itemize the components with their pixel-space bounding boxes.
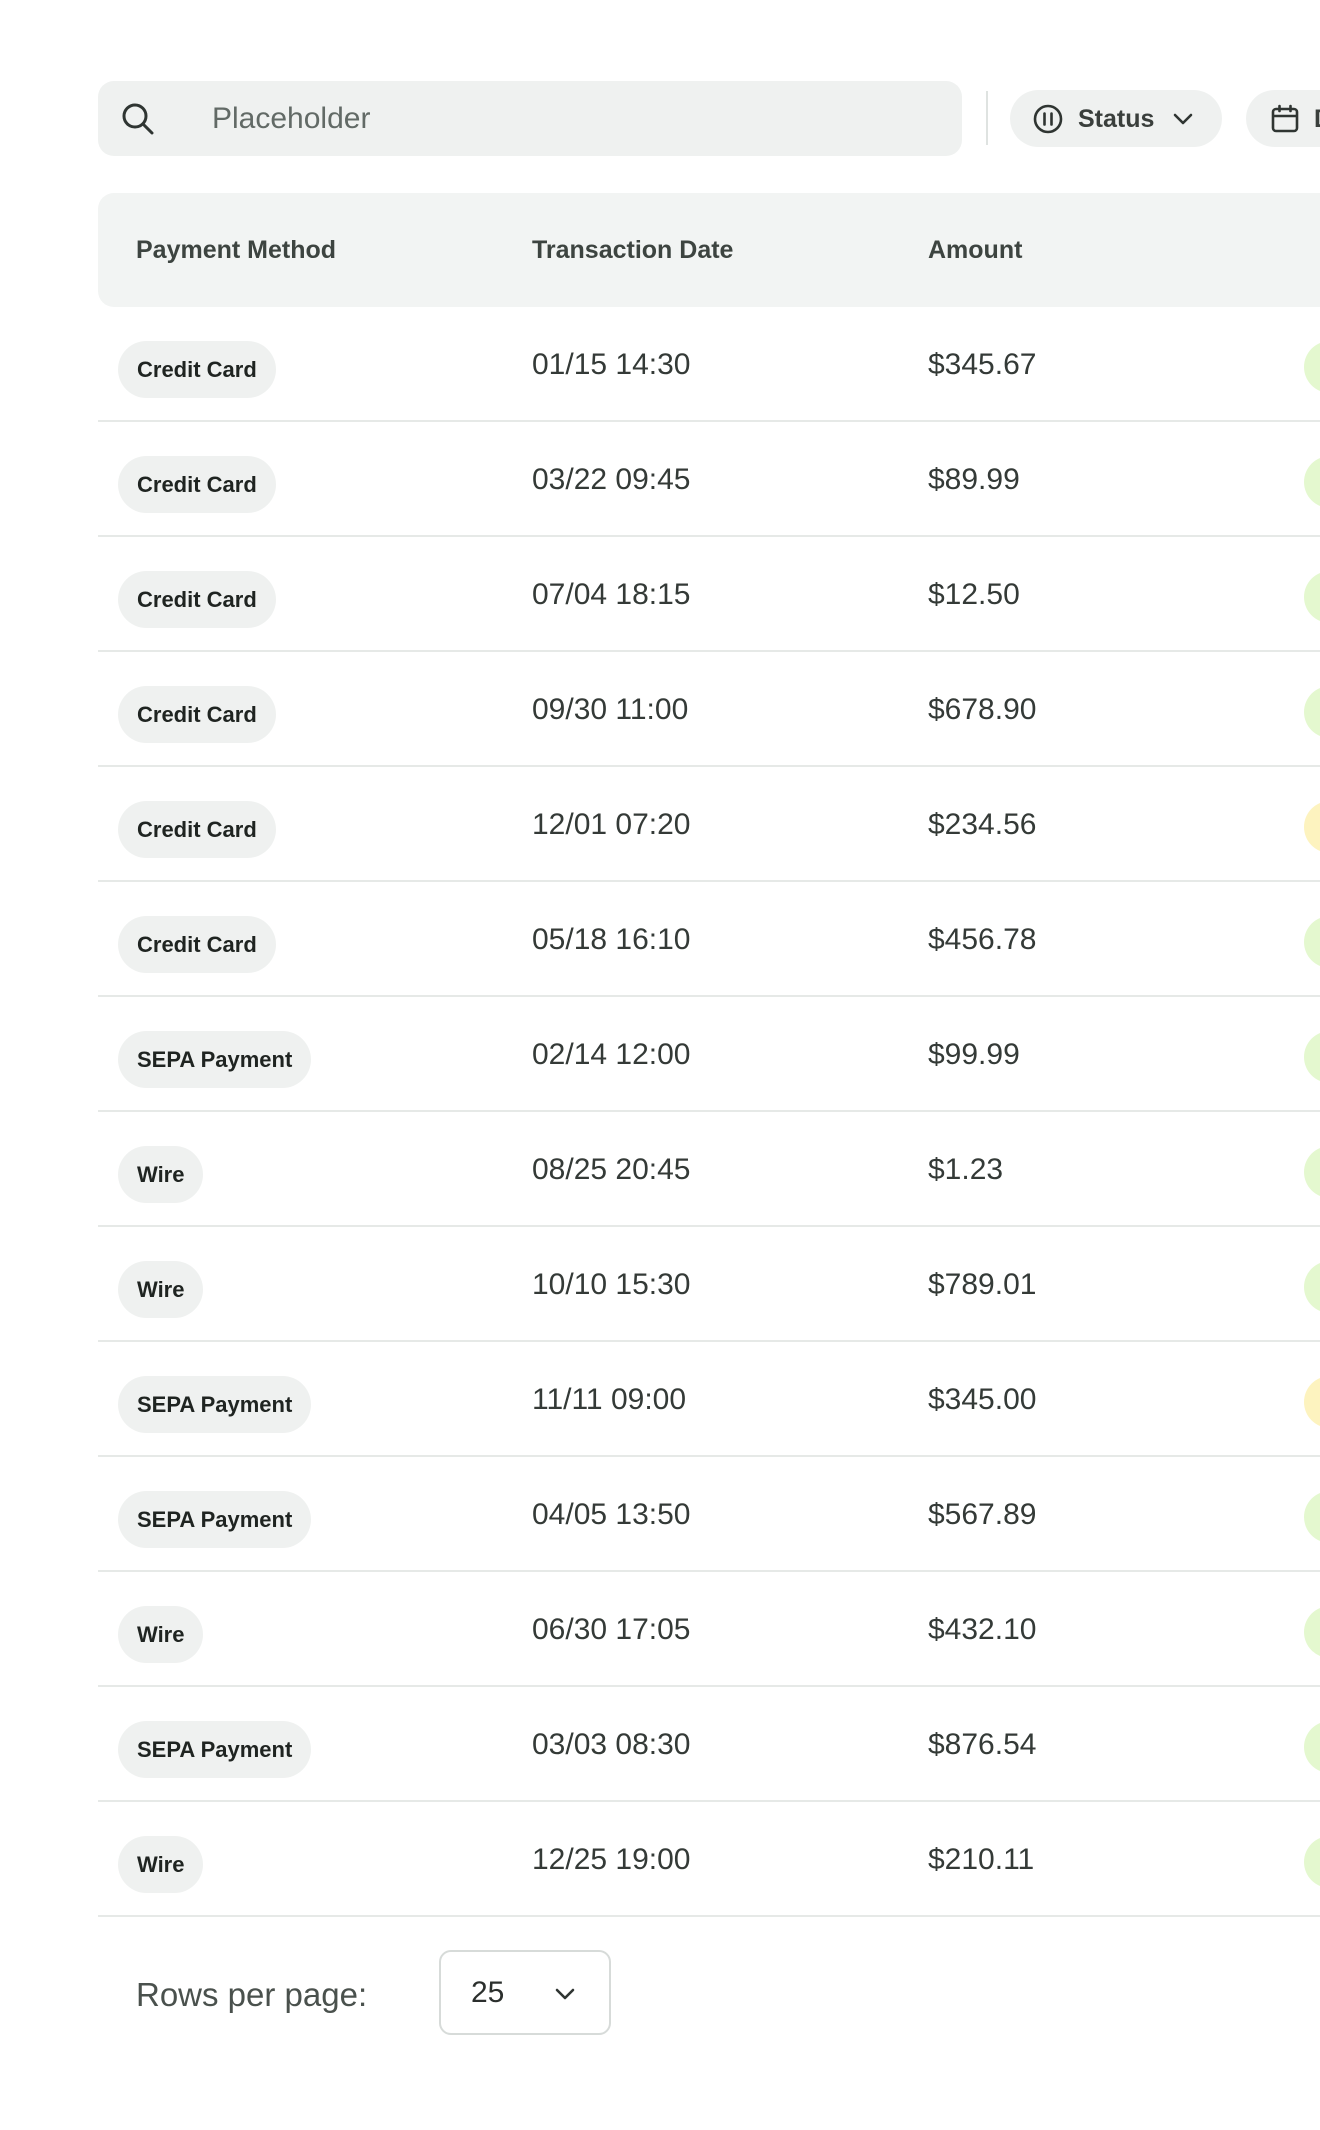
payment-method-badge: Wire [118,1836,204,1893]
transaction-date: 11/11 09:00 [532,1383,687,1416]
transaction-amount: $456.78 [928,923,1037,956]
status-badge [1304,571,1320,623]
table-row[interactable]: Credit Card 01/15 14:30 $345.67 [98,307,1320,422]
pause-circle-icon [1033,104,1063,134]
transaction-date: 10/10 15:30 [532,1268,691,1301]
payment-method-badge: Wire [118,1606,204,1663]
transaction-amount: $432.10 [928,1613,1037,1646]
transaction-date: 01/15 14:30 [532,348,691,381]
chevron-down-icon [555,1988,575,2000]
search-icon [122,103,154,135]
payment-method-badge: SEPA Payment [118,1721,312,1778]
transaction-date: 03/22 09:45 [532,463,691,496]
search-input[interactable] [212,81,932,156]
pagination: Rows per page: 25 [98,1950,1320,2040]
status-badge [1304,916,1320,968]
transaction-amount: $567.89 [928,1498,1037,1531]
transaction-amount: $234.56 [928,808,1037,841]
table-row[interactable]: Wire 12/25 19:00 $210.11 [98,1802,1320,1917]
chevron-down-icon [1173,113,1193,125]
payment-method-badge: Credit Card [118,571,276,628]
rows-per-page-label: Rows per page: [136,1976,368,2013]
transaction-amount: $789.01 [928,1268,1037,1301]
table-row[interactable]: SEPA Payment 11/11 09:00 $345.00 [98,1342,1320,1457]
status-badge [1304,1606,1320,1658]
transaction-amount: $345.67 [928,348,1037,381]
transaction-date: 05/18 16:10 [532,923,691,956]
status-badge [1304,341,1320,393]
transaction-date: 02/14 12:00 [532,1038,691,1071]
transaction-date: 03/03 08:30 [532,1728,691,1761]
search-bar[interactable] [98,81,962,156]
payment-method-badge: Wire [118,1146,204,1203]
payment-method-badge: Wire [118,1261,204,1318]
table-row[interactable]: Credit Card 05/18 16:10 $456.78 [98,882,1320,997]
date-filter-button[interactable]: D [1246,90,1320,147]
transaction-date: 12/25 19:00 [532,1843,691,1876]
table-row[interactable]: Credit Card 12/01 07:20 $234.56 [98,767,1320,882]
payment-method-badge: Credit Card [118,916,276,973]
column-header-payment-method[interactable]: Payment Method [136,193,336,307]
column-header-amount[interactable]: Amount [928,193,1022,307]
payment-method-badge: SEPA Payment [118,1491,312,1548]
transaction-date: 07/04 18:15 [532,578,691,611]
toolbar: Status D [0,0,1320,170]
date-filter-label: D [1314,103,1320,135]
transaction-amount: $89.99 [928,463,1020,496]
transaction-date: 12/01 07:20 [532,808,691,841]
status-badge [1304,1376,1320,1428]
status-filter-label: Status [1078,105,1155,133]
table-row[interactable]: Credit Card 07/04 18:15 $12.50 [98,537,1320,652]
table-row[interactable]: Wire 06/30 17:05 $432.10 [98,1572,1320,1687]
status-badge [1304,686,1320,738]
transaction-date: 06/30 17:05 [532,1613,691,1646]
rows-per-page-select[interactable]: 25 [439,1950,611,2035]
status-badge [1304,1261,1320,1313]
table-row[interactable]: SEPA Payment 03/03 08:30 $876.54 [98,1687,1320,1802]
transaction-amount: $678.90 [928,693,1037,726]
table-row[interactable]: Wire 08/25 20:45 $1.23 [98,1112,1320,1227]
table-row[interactable]: SEPA Payment 04/05 13:50 $567.89 [98,1457,1320,1572]
transaction-amount: $99.99 [928,1038,1020,1071]
status-badge [1304,801,1320,853]
payment-method-badge: SEPA Payment [118,1376,312,1433]
transaction-date: 08/25 20:45 [532,1153,691,1186]
table-header: Payment Method Transaction Date Amount [98,193,1320,307]
payment-method-badge: Credit Card [118,456,276,513]
table-row[interactable]: Credit Card 03/22 09:45 $89.99 [98,422,1320,537]
payment-method-badge: Credit Card [118,341,276,398]
status-badge [1304,456,1320,508]
transaction-date: 09/30 11:00 [532,693,689,726]
payment-method-badge: Credit Card [118,801,276,858]
status-badge [1304,1721,1320,1773]
transaction-amount: $345.00 [928,1383,1037,1416]
payment-method-badge: Credit Card [118,686,276,743]
status-filter-button[interactable]: Status [1010,90,1222,147]
rows-per-page-value: 25 [471,1976,505,2009]
transaction-amount: $12.50 [928,578,1020,611]
column-header-transaction-date[interactable]: Transaction Date [532,193,733,307]
status-badge [1304,1836,1320,1888]
transactions-table: Payment Method Transaction Date Amount C… [98,193,1320,1917]
table-row[interactable]: Wire 10/10 15:30 $789.01 [98,1227,1320,1342]
status-badge [1304,1031,1320,1083]
transaction-amount: $210.11 [928,1843,1035,1876]
table-row[interactable]: Credit Card 09/30 11:00 $678.90 [98,652,1320,767]
transaction-date: 04/05 13:50 [532,1498,691,1531]
toolbar-divider [986,91,988,145]
transaction-amount: $876.54 [928,1728,1037,1761]
payment-method-badge: SEPA Payment [118,1031,312,1088]
status-badge [1304,1491,1320,1543]
calendar-icon [1271,104,1299,133]
table-row[interactable]: SEPA Payment 02/14 12:00 $99.99 [98,997,1320,1112]
transaction-amount: $1.23 [928,1153,1004,1186]
status-badge [1304,1146,1320,1198]
